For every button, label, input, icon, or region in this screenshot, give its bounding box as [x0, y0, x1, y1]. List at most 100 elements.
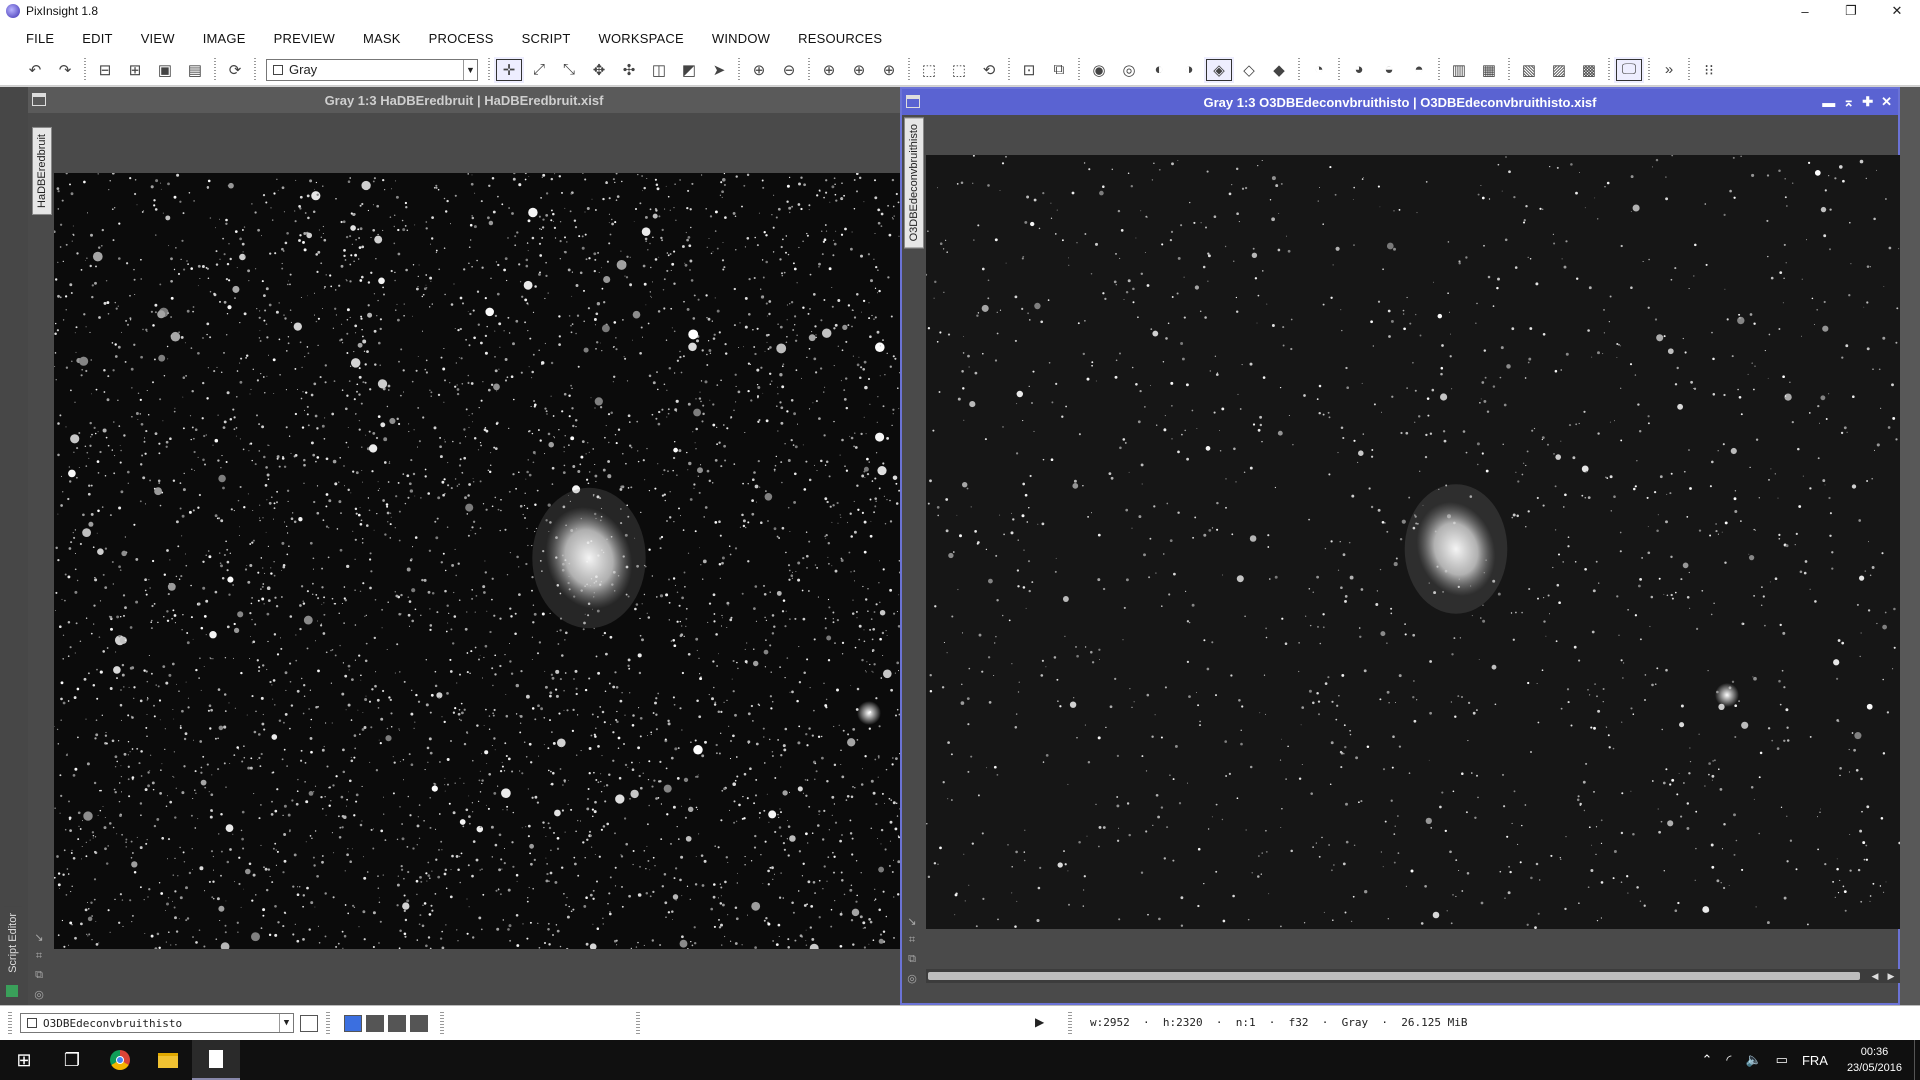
- scroll-right-icon[interactable]: ▶: [1884, 969, 1898, 983]
- cascade-icon[interactable]: ⧉: [1044, 57, 1074, 83]
- shrink-icon[interactable]: ⌗: [909, 934, 915, 947]
- close-view-icon[interactable]: ✕: [1881, 94, 1892, 110]
- scrollbar-thumb[interactable]: [928, 972, 1860, 980]
- workspace-2-icon[interactable]: ▨: [1544, 57, 1574, 83]
- undo-icon[interactable]: ↶: [20, 57, 50, 83]
- zoom-shrink-icon[interactable]: ⤡: [554, 57, 584, 83]
- play-icon[interactable]: ▶: [1035, 1015, 1044, 1029]
- window-menu-icon[interactable]: [906, 95, 920, 108]
- target-icon[interactable]: ◎: [907, 972, 917, 985]
- apps-grid-icon[interactable]: ⁝⁝: [1694, 57, 1724, 83]
- script-editor-icon[interactable]: [6, 985, 18, 997]
- tile-icon[interactable]: ⊡: [1014, 57, 1044, 83]
- workspace-3-icon[interactable]: ▩: [1574, 57, 1604, 83]
- menu-view[interactable]: VIEW: [127, 31, 189, 46]
- view-tab-right[interactable]: O3DBEdeconvbruithisto: [904, 117, 924, 249]
- channel-icon[interactable]: ◔: [1304, 57, 1334, 83]
- language-indicator[interactable]: FRA: [1802, 1053, 1828, 1068]
- minimize-view-icon[interactable]: ▬: [1822, 95, 1835, 110]
- chevron-up-icon[interactable]: ⌃: [1702, 1052, 1713, 1068]
- active-view-select[interactable]: O3DBEdeconvbruithisto ▼: [20, 1013, 294, 1033]
- shrink-icon[interactable]: ⌗: [36, 950, 42, 963]
- copy-icon[interactable]: ⧉: [35, 969, 43, 982]
- chrome-icon[interactable]: [96, 1040, 144, 1080]
- new-image-icon[interactable]: ⊞: [120, 57, 150, 83]
- monitor-icon[interactable]: 🖵: [1614, 56, 1644, 83]
- target-icon[interactable]: ◎: [34, 988, 44, 1001]
- pin-icon[interactable]: ↘: [907, 915, 916, 928]
- view-explorer-icon[interactable]: ⊟: [90, 57, 120, 83]
- menu-preview[interactable]: PREVIEW: [260, 31, 349, 46]
- refresh-view-icon[interactable]: ⟳: [220, 57, 250, 83]
- move-icon[interactable]: ✣: [614, 57, 644, 83]
- close-button[interactable]: ✕: [1874, 0, 1920, 22]
- file-explorer-icon[interactable]: [144, 1040, 192, 1080]
- show-desktop-button[interactable]: [1914, 1040, 1920, 1080]
- zoom-fit-window-icon[interactable]: ⊕: [874, 57, 904, 83]
- menu-resources[interactable]: RESOURCES: [784, 31, 896, 46]
- mask-enable-icon[interactable]: ◎: [1114, 57, 1144, 83]
- mask-remove-icon[interactable]: ◑: [1174, 57, 1204, 83]
- menu-image[interactable]: IMAGE: [189, 31, 260, 46]
- process-explorer-icon[interactable]: ◓: [1404, 57, 1434, 83]
- menu-script[interactable]: SCRIPT: [508, 31, 585, 46]
- rotate-view-icon[interactable]: ⟲: [974, 57, 1004, 83]
- view-properties-button[interactable]: [300, 1015, 318, 1032]
- stf-auto-icon[interactable]: ◆: [1264, 57, 1294, 83]
- shade-view-icon[interactable]: ⌅: [1843, 94, 1854, 110]
- readout-mode-icon[interactable]: ✛: [494, 56, 524, 83]
- history-icon[interactable]: ◕: [1344, 57, 1374, 83]
- horizontal-scrollbar[interactable]: ◀ ▶: [926, 969, 1900, 983]
- image-window-right[interactable]: Gray 1:3 O3DBEdeconvbruithisto | O3DBEde…: [900, 87, 1900, 1005]
- channel-r-button[interactable]: [366, 1015, 384, 1032]
- channel-b-button[interactable]: [410, 1015, 428, 1032]
- pointer-icon[interactable]: ➤: [704, 57, 734, 83]
- menu-file[interactable]: FILE: [12, 31, 68, 46]
- fit-window-icon[interactable]: ⬚: [944, 57, 974, 83]
- mask-show-icon[interactable]: ◉: [1084, 57, 1114, 83]
- network-icon[interactable]: ◜: [1726, 1052, 1731, 1068]
- windows-start-icon[interactable]: ⊞: [0, 1040, 48, 1080]
- task-view-icon[interactable]: ❐: [48, 1040, 96, 1080]
- edit-preview-icon[interactable]: ◩: [674, 57, 704, 83]
- scroll-left-icon[interactable]: ◀: [1868, 969, 1882, 983]
- format-explorer-icon[interactable]: ▦: [1474, 57, 1504, 83]
- menu-mask[interactable]: MASK: [349, 31, 415, 46]
- colorspace-select[interactable]: Gray ▼: [266, 58, 478, 81]
- pin-icon[interactable]: ↘: [34, 931, 43, 944]
- channel-g-button[interactable]: [388, 1015, 406, 1032]
- zoom-fit-icon[interactable]: ⤢: [524, 57, 554, 83]
- script-editor-tab[interactable]: Script Editor: [4, 907, 22, 979]
- layout-panel-icon[interactable]: ▥: [1444, 57, 1474, 83]
- redo-icon[interactable]: ↷: [50, 57, 80, 83]
- copy-icon[interactable]: ⧉: [908, 953, 916, 966]
- zoom-1-1-icon[interactable]: ⊕: [814, 57, 844, 83]
- zoom-2-1-icon[interactable]: ⊕: [844, 57, 874, 83]
- menu-window[interactable]: WINDOW: [698, 31, 784, 46]
- image-window-titlebar-right[interactable]: Gray 1:3 O3DBEdeconvbruithisto | O3DBEde…: [902, 89, 1898, 115]
- menu-workspace[interactable]: WORKSPACE: [585, 31, 698, 46]
- duplicate-image-icon[interactable]: ▣: [150, 57, 180, 83]
- clock[interactable]: 00:36 23/05/2016: [1847, 1044, 1902, 1076]
- toolbar-overflow-icon[interactable]: »: [1654, 57, 1684, 83]
- pan-mode-icon[interactable]: ✥: [584, 57, 614, 83]
- close-image-icon[interactable]: ▤: [180, 57, 210, 83]
- preview-mode-icon[interactable]: ◫: [644, 57, 674, 83]
- mask-invert-icon[interactable]: ◐: [1144, 57, 1174, 83]
- volume-icon[interactable]: 🔈: [1745, 1052, 1761, 1068]
- image-canvas-right[interactable]: [926, 155, 1900, 929]
- image-canvas-left[interactable]: [54, 173, 900, 949]
- window-menu-icon[interactable]: [32, 93, 46, 106]
- menu-process[interactable]: PROCESS: [415, 31, 508, 46]
- image-window-titlebar-left[interactable]: Gray 1:3 HaDBEredbruit | HaDBEredbruit.x…: [28, 87, 900, 113]
- minimize-button[interactable]: –: [1782, 0, 1828, 22]
- maximize-view-icon[interactable]: ✚: [1862, 94, 1873, 110]
- fit-view-icon[interactable]: ⬚: [914, 57, 944, 83]
- channel-rgb-button[interactable]: [344, 1015, 362, 1032]
- notification-icon[interactable]: ▭: [1776, 1052, 1788, 1068]
- restore-button[interactable]: ❐: [1828, 0, 1874, 22]
- workspace-1-icon[interactable]: ▧: [1514, 57, 1544, 83]
- zoom-out-icon[interactable]: ⊖: [774, 57, 804, 83]
- process-console-icon[interactable]: ◒: [1374, 57, 1404, 83]
- menu-edit[interactable]: EDIT: [68, 31, 126, 46]
